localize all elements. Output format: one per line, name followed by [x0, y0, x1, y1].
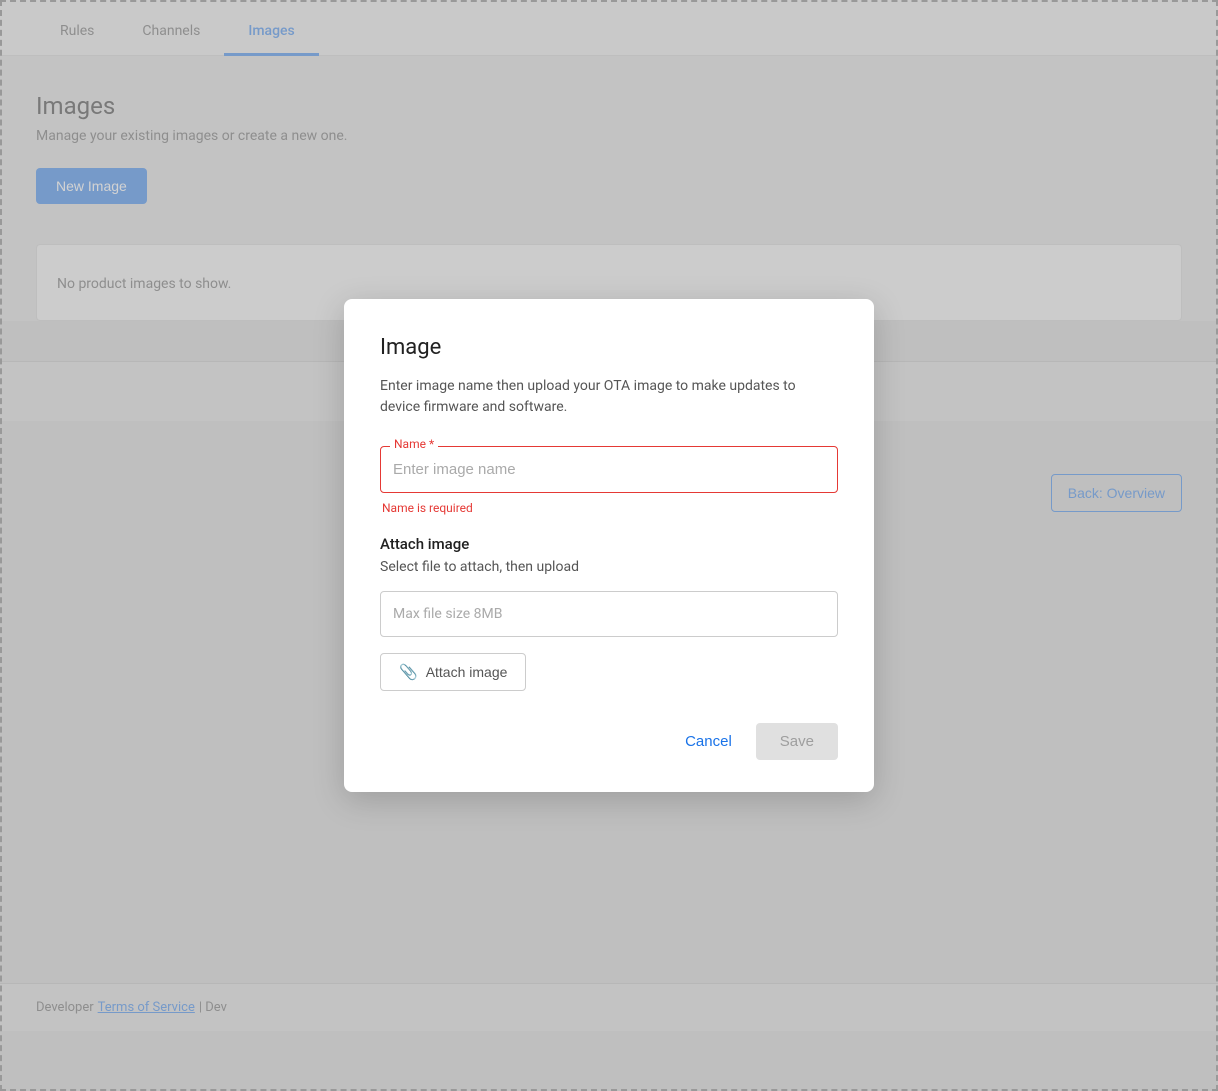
cancel-button[interactable]: Cancel — [673, 725, 744, 758]
paperclip-icon: 📎 — [399, 663, 418, 681]
attach-title: Attach image — [380, 535, 838, 553]
image-modal: Image Enter image name then upload your … — [344, 299, 874, 792]
modal-footer: Cancel Save — [380, 723, 838, 760]
attach-section: Attach image Select file to attach, then… — [380, 535, 838, 691]
name-label: Name * — [390, 437, 438, 451]
attach-button-label: Attach image — [426, 664, 508, 680]
attach-subtitle: Select file to attach, then upload — [380, 559, 838, 575]
file-placeholder-text: Max file size 8MB — [393, 606, 503, 622]
file-input-box: Max file size 8MB — [380, 591, 838, 637]
modal-description: Enter image name then upload your OTA im… — [380, 376, 838, 418]
modal-title: Image — [380, 335, 838, 360]
name-field-group: Name * — [380, 446, 838, 493]
attach-image-button[interactable]: 📎 Attach image — [380, 653, 526, 691]
name-input[interactable] — [380, 446, 838, 493]
name-error: Name is required — [382, 501, 838, 515]
save-button[interactable]: Save — [756, 723, 838, 760]
modal-overlay: Image Enter image name then upload your … — [0, 0, 1218, 1091]
